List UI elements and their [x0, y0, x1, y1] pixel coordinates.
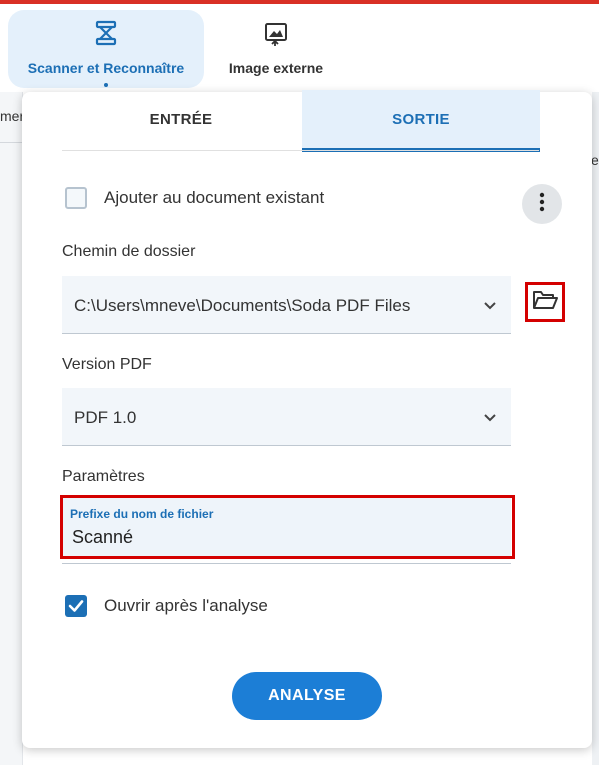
background-left-panel [0, 92, 23, 765]
open-after-scan-checkbox[interactable] [65, 595, 87, 617]
folder-open-icon [532, 289, 558, 316]
scanner-icon [93, 20, 119, 46]
ribbon-tab-external-image-label: Image externe [228, 60, 324, 76]
background-left-text: mer [0, 108, 25, 124]
filename-prefix-field[interactable]: Prefixe du nom de fichier Scanné [62, 495, 511, 564]
folder-path-select[interactable]: C:\Users\mneve\Documents\Soda PDF Files [62, 276, 511, 334]
browse-folder-button[interactable] [525, 282, 565, 322]
background-right-text: er [591, 152, 599, 168]
tab-input[interactable]: ENTRÉE [62, 90, 300, 148]
scan-button[interactable]: ANALYSE [232, 672, 382, 720]
checkmark-icon [65, 600, 87, 621]
scan-settings-panel: ENTRÉE SORTIE Ajouter au document exista… [22, 90, 592, 748]
folder-path-label: Chemin de dossier [62, 243, 196, 260]
filename-prefix-label: Prefixe du nom de fichier [70, 507, 214, 521]
pdf-version-select[interactable]: PDF 1.0 [62, 388, 511, 446]
ribbon-tab-external-image[interactable]: Image externe [214, 10, 338, 88]
parameters-label: Paramètres [62, 468, 145, 485]
more-options-button[interactable] [522, 184, 562, 224]
pdf-version-label: Version PDF [62, 356, 152, 373]
folder-path-value: C:\Users\mneve\Documents\Soda PDF Files [74, 296, 411, 315]
filename-prefix-value: Scanné [72, 527, 134, 547]
append-to-document-checkbox[interactable] [65, 187, 87, 209]
more-vertical-icon [539, 192, 545, 217]
append-to-document-label: Ajouter au document existant [104, 188, 325, 207]
open-after-scan-label: Ouvrir après l'analyse [104, 596, 268, 615]
pdf-version-value: PDF 1.0 [74, 408, 137, 427]
panel-tabs: ENTRÉE SORTIE [62, 90, 540, 152]
field-underline [62, 563, 511, 564]
ribbon-tab-scan-label: Scanner et Reconnaître [27, 60, 185, 76]
tabs-divider [62, 150, 539, 151]
chevron-down-icon [483, 410, 497, 428]
ribbon-tab-scan[interactable]: Scanner et Reconnaître [8, 10, 204, 88]
image-import-icon [263, 20, 289, 46]
ribbon-toolbar: Scanner et Reconnaître Image externe [0, 4, 599, 92]
tab-output[interactable]: SORTIE [302, 90, 540, 152]
chevron-down-icon [483, 298, 497, 316]
active-indicator-dot [104, 83, 108, 87]
background-divider [0, 142, 22, 143]
background-right-panel [592, 92, 599, 765]
